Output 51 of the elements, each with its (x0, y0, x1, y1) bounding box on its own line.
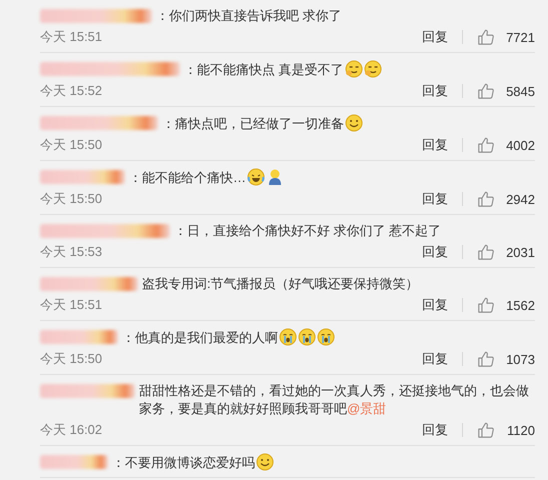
emoji-icon (279, 328, 297, 346)
thumbs-up-icon[interactable] (477, 350, 495, 368)
reply-link[interactable]: 回复 (422, 82, 448, 100)
like-count: 2942 (505, 192, 535, 206)
emoji-icon (345, 114, 363, 132)
comment-text: ：他真的是我们最爱的人啊 (122, 330, 278, 345)
reply-link[interactable]: 回复 (422, 28, 448, 46)
emoji-icon (317, 328, 335, 346)
emoji-icon (256, 453, 274, 471)
comment-time: 今天 16:02 (40, 422, 102, 437)
emoji-icon (266, 168, 284, 186)
comment-text: ：能不能给个痛快… (129, 170, 246, 185)
thumbs-up-icon[interactable] (477, 190, 495, 208)
like-count: 1120 (506, 422, 535, 438)
reply-link[interactable]: 回复 (422, 190, 448, 208)
comment-text: ：你们两快直接告诉我吧 求你了 (156, 8, 342, 23)
like-count: 7721 (505, 30, 535, 44)
comment-time: 今天 15:50 (40, 191, 102, 206)
comment-time: 今天 15:50 (40, 137, 102, 152)
reply-link[interactable]: 回复 (422, 136, 448, 154)
like-count: 2031 (505, 244, 535, 260)
comment-time: 今天 15:51 (40, 29, 102, 44)
emoji-icon (344, 60, 363, 78)
like-count: 5845 (505, 84, 535, 98)
like-count: 4002 (505, 138, 535, 152)
like-count: 1562 (505, 298, 535, 312)
comment-text: 甜甜性格还是不错的，看过她的一次真人秀，还挺接地气的，也会做家务，要是真的就好好照顾我哥哥吧@景甜 (139, 383, 529, 416)
comment-text: ：痛快点吧，已经做了一切准备 (162, 116, 344, 131)
comment-time: 今天 15:53 (40, 244, 102, 259)
comment-text: ：日，直接给个痛快好不好 求你们了 惹不起了 (174, 223, 442, 238)
thumbs-up-icon[interactable] (477, 28, 495, 46)
emoji-icon (298, 328, 316, 346)
thumbs-up-icon[interactable] (477, 243, 495, 261)
comment-text: ：能不能痛快点 真是受不了 (184, 62, 344, 77)
emoji-icon (247, 168, 265, 186)
comment-time: 今天 15:50 (40, 351, 102, 366)
thumbs-up-icon[interactable] (477, 296, 495, 314)
emoji-icon (364, 60, 382, 78)
comment-time: 今天 15:51 (40, 297, 102, 312)
comment-text: 盗我专用词:节气播报员（好气哦还要保持微笑） (142, 276, 419, 291)
reply-link[interactable]: 回复 (422, 243, 448, 261)
thumbs-up-icon[interactable] (477, 82, 495, 100)
comment-time: 今天 15:52 (40, 83, 102, 98)
thumbs-up-icon[interactable] (477, 136, 495, 154)
reply-link[interactable]: 回复 (422, 296, 448, 314)
reply-link[interactable]: 回复 (422, 350, 448, 368)
comment-text: ：不要用微博谈恋爱好吗 (112, 455, 255, 470)
like-count: 1073 (505, 352, 535, 366)
reply-link[interactable]: 回复 (422, 421, 448, 439)
thumbs-up-icon[interactable] (477, 421, 495, 439)
blurred-username (40, 455, 108, 469)
